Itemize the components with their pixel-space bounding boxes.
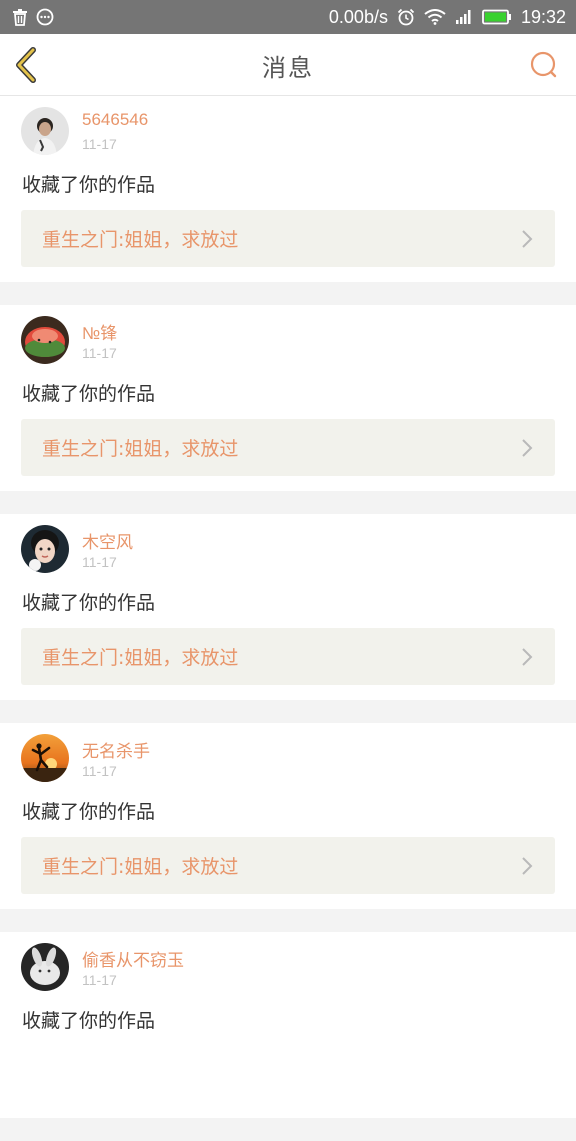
avatar[interactable]: [21, 734, 69, 782]
avatar[interactable]: [21, 107, 69, 155]
search-button[interactable]: [528, 49, 560, 81]
message-date: 11-17: [82, 554, 117, 570]
avatar[interactable]: [21, 316, 69, 364]
message-card: 木空风 11-17 收藏了你的作品 重生之门:姐姐，求放过: [0, 514, 576, 700]
search-icon: [530, 51, 557, 78]
user-name[interactable]: 5646546: [82, 110, 148, 130]
user-name[interactable]: 木空风: [82, 528, 133, 553]
work-link[interactable]: 重生之门:姐姐，求放过: [21, 210, 555, 267]
action-text: 收藏了你的作品: [22, 592, 156, 614]
avatar[interactable]: [21, 525, 69, 573]
action-text: 收藏了你的作品: [22, 174, 156, 196]
message-card: №锋 11-17 收藏了你的作品 重生之门:姐姐，求放过: [0, 305, 576, 491]
action-text: 收藏了你的作品: [22, 801, 156, 823]
message-date: 11-17: [82, 972, 117, 988]
wifi-icon: [424, 9, 446, 25]
chat-bubble-icon: [36, 8, 54, 26]
action-text: 收藏了你的作品: [22, 383, 156, 405]
user-name[interactable]: №锋: [82, 319, 117, 344]
work-title: 重生之门:姐姐，求放过: [42, 229, 239, 251]
user-name[interactable]: 无名杀手: [82, 737, 150, 762]
status-bar: 0.00b/s 19:32: [0, 0, 576, 34]
chevron-right-icon: [522, 857, 533, 875]
message-list: 5646546 11-17 收藏了你的作品 重生之门:姐姐，求放过 №锋 11-…: [0, 96, 576, 1141]
message-card: 5646546 11-17 收藏了你的作品 重生之门:姐姐，求放过: [0, 96, 576, 282]
work-title: 重生之门:姐姐，求放过: [42, 856, 239, 878]
work-title: 重生之门:姐姐，求放过: [42, 647, 239, 669]
trash-icon: [12, 8, 28, 26]
alarm-icon: [397, 8, 415, 26]
work-link[interactable]: 重生之门:姐姐，求放过: [21, 837, 555, 894]
work-link[interactable]: 重生之门:姐姐，求放过: [21, 419, 555, 476]
message-date: 11-17: [82, 345, 117, 361]
nav-bar: 消息: [0, 34, 576, 96]
page-title: 消息: [262, 53, 314, 82]
work-link[interactable]: 重生之门:姐姐，求放过: [21, 628, 555, 685]
user-name[interactable]: 偷香从不窃玉: [82, 946, 184, 971]
chevron-right-icon: [522, 648, 533, 666]
action-text: 收藏了你的作品: [22, 1010, 156, 1032]
avatar[interactable]: [21, 943, 69, 991]
battery-icon: [482, 9, 512, 25]
chevron-right-icon: [522, 439, 533, 457]
message-card: 偷香从不窃玉 11-17 收藏了你的作品: [0, 932, 576, 1118]
work-title: 重生之门:姐姐，求放过: [42, 438, 239, 460]
chevron-right-icon: [522, 230, 533, 248]
clock-time: 19:32: [520, 6, 566, 27]
message-date: 11-17: [82, 136, 117, 152]
network-speed: 0.00b/s: [328, 6, 388, 27]
message-card: 无名杀手 11-17 收藏了你的作品 重生之门:姐姐，求放过: [0, 723, 576, 909]
message-date: 11-17: [82, 763, 117, 779]
signal-icon: [455, 9, 473, 25]
